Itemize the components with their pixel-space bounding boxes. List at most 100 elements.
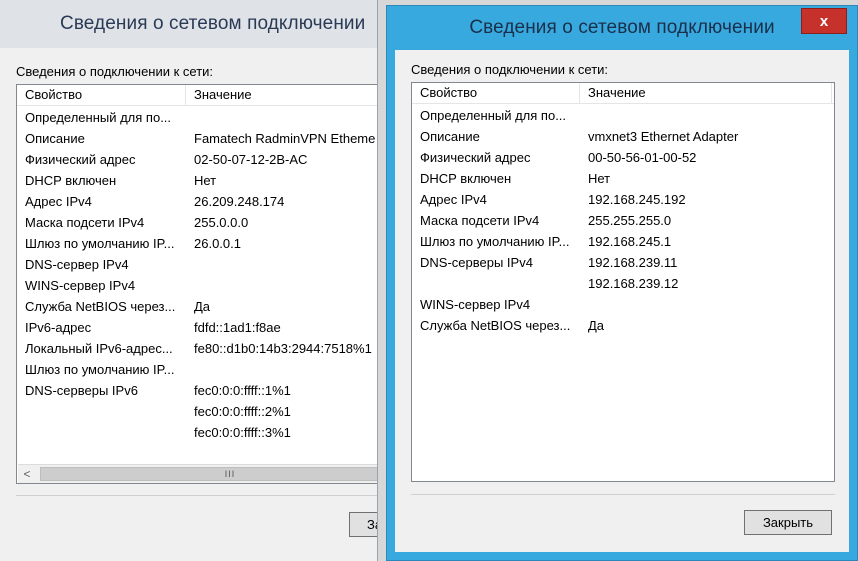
horizontal-scrollbar[interactable]: < III (18, 464, 377, 483)
connection-details-label: Сведения о подключении к сети: (16, 64, 214, 79)
list-row[interactable]: Физический адрес 02-50-07-12-2B-AC (17, 149, 377, 170)
divider (16, 495, 377, 496)
property-cell: Служба NetBIOS через... (420, 318, 571, 333)
list-row[interactable]: IPv6-адрес fdfd::1ad1:f8ae (17, 317, 377, 338)
list-row[interactable]: Адрес IPv4 26.209.248.174 (17, 191, 377, 212)
property-cell: DNS-серверы IPv4 (420, 255, 533, 270)
value-cell: Да (588, 318, 605, 333)
connection-details-label: Сведения о подключении к сети: (411, 62, 609, 77)
property-cell: Описание (25, 131, 85, 146)
property-cell: WINS-сервер IPv4 (25, 278, 136, 293)
property-cell: Шлюз по умолчанию IP... (25, 236, 175, 251)
property-cell: WINS-сервер IPv4 (420, 297, 531, 312)
dialog-client-area: Сведения о подключении к сети: Свойство … (0, 48, 377, 561)
list-rows: Определенный для по... Описание vmxnet3 Et… (412, 105, 834, 336)
list-row[interactable]: Служба NetBIOS через... Да (17, 296, 377, 317)
list-row[interactable]: Определенный для по... (412, 105, 834, 126)
list-rows: Определенный для по... Описание Famatech R… (17, 107, 377, 443)
scroll-thumb[interactable]: III (40, 467, 377, 481)
value-cell: 02-50-07-12-2B-AC (194, 152, 308, 167)
property-cell: Адрес IPv4 (420, 192, 487, 207)
list-row[interactable]: Шлюз по умолчанию IP... (17, 359, 377, 380)
property-cell: Шлюз по умолчанию IP... (25, 362, 175, 377)
value-cell (580, 105, 832, 126)
property-cell: Описание (420, 129, 480, 144)
value-cell: Нет (194, 173, 217, 188)
list-row[interactable]: DNS-серверы IPv6 fec0:0:0:ffff::1%1 (17, 380, 377, 401)
list-row[interactable]: Шлюз по умолчанию IP... 26.0.0.1 (17, 233, 377, 254)
list-row[interactable]: DNS-сервер IPv4 (17, 254, 377, 275)
column-header-property[interactable]: Свойство (412, 83, 580, 104)
close-button[interactable]: За (349, 512, 377, 537)
list-row[interactable]: Служба NetBIOS через... Да (412, 315, 834, 336)
list-header: Свойство Значение (17, 85, 377, 106)
network-details-window-background: Сведения о сетевом подключении Сведения … (0, 0, 378, 561)
property-cell: Определенный для по... (420, 108, 567, 123)
list-row[interactable]: Физический адрес 00-50-56-01-00-52 (412, 147, 834, 168)
list-row[interactable]: Шлюз по умолчанию IP... 192.168.245.1 (412, 231, 834, 252)
list-row[interactable]: Маска подсети IPv4 255.0.0.0 (17, 212, 377, 233)
list-row[interactable]: Описание Famatech RadminVPN Etheme (17, 128, 377, 149)
details-list[interactable]: Свойство Значение Определенный для по...… (16, 84, 377, 484)
value-cell: fec0:0:0:ffff::1%1 (194, 383, 291, 398)
list-row[interactable]: Описание vmxnet3 Ethernet Adapter (412, 126, 834, 147)
list-row[interactable]: Локальный IPv6-адрес... fe80::d1b0:14b3:2… (17, 338, 377, 359)
list-row[interactable]: DHCP включен Нет (412, 168, 834, 189)
property-cell: Служба NetBIOS через... (25, 299, 176, 314)
property-cell: IPv6-адрес (25, 320, 92, 335)
value-cell (186, 254, 377, 275)
value-cell: fec0:0:0:ffff::2%1 (194, 404, 291, 419)
list-row[interactable]: fec0:0:0:ffff::3%1 (17, 422, 377, 443)
divider (411, 494, 835, 495)
value-cell: 192.168.239.12 (588, 276, 679, 291)
column-header-value[interactable]: Значение (186, 85, 377, 106)
column-header-value[interactable]: Значение (580, 83, 832, 104)
value-cell: vmxnet3 Ethernet Adapter (588, 129, 739, 144)
value-cell: 255.0.0.0 (194, 215, 249, 230)
value-cell: fe80::d1b0:14b3:2944:7518%1 (194, 341, 372, 356)
value-cell: Да (194, 299, 211, 314)
property-cell: Адрес IPv4 (25, 194, 92, 209)
close-button[interactable]: Закрыть (744, 510, 832, 535)
network-details-window-foreground: Сведения о сетевом подключении x Сведени… (386, 5, 858, 561)
value-cell (186, 275, 377, 296)
title-bar[interactable]: Сведения о сетевом подключении (60, 0, 377, 48)
column-header-property[interactable]: Свойство (17, 85, 186, 106)
list-row[interactable]: DHCP включен Нет (17, 170, 377, 191)
value-cell: 192.168.239.11 (588, 255, 678, 270)
property-cell: DNS-серверы IPv6 (25, 383, 138, 398)
value-cell: 192.168.245.1 (588, 234, 672, 249)
window-title: Сведения о сетевом подключении (469, 17, 775, 38)
property-cell: Локальный IPv6-адрес... (25, 341, 173, 356)
list-row[interactable]: WINS-сервер IPv4 (412, 294, 834, 315)
value-cell: 192.168.245.192 (588, 192, 686, 207)
value-cell (580, 294, 832, 315)
list-row[interactable]: Адрес IPv4 192.168.245.192 (412, 189, 834, 210)
dialog-client-area: Сведения о подключении к сети: Свойство … (395, 50, 849, 552)
details-list[interactable]: Свойство Значение Определенный для по...… (411, 82, 835, 482)
value-cell (186, 359, 377, 380)
window-close-icon[interactable]: x (801, 8, 847, 34)
property-cell: Физический адрес (25, 152, 136, 167)
list-row[interactable]: 192.168.239.12 (412, 273, 834, 294)
value-cell: 00-50-56-01-00-52 (588, 150, 697, 165)
value-cell: Нет (588, 171, 611, 186)
value-cell: 26.209.248.174 (194, 194, 285, 209)
list-row[interactable]: fec0:0:0:ffff::2%1 (17, 401, 377, 422)
value-cell: 26.0.0.1 (194, 236, 241, 251)
property-cell: Определенный для по... (25, 110, 172, 125)
title-bar[interactable]: Сведения о сетевом подключении (387, 6, 857, 50)
property-cell: DHCP включен (25, 173, 117, 188)
property-cell: DNS-сервер IPv4 (25, 257, 129, 272)
list-row[interactable]: DNS-серверы IPv4 192.168.239.11 (412, 252, 834, 273)
list-row[interactable]: Определенный для по... (17, 107, 377, 128)
list-row[interactable]: WINS-сервер IPv4 (17, 275, 377, 296)
window-title: Сведения о сетевом подключении (60, 13, 366, 34)
scroll-left-arrow-icon[interactable]: < (18, 465, 36, 483)
property-cell: Маска подсети IPv4 (25, 215, 145, 230)
property-cell: Шлюз по умолчанию IP... (420, 234, 570, 249)
list-header: Свойство Значение (412, 83, 834, 104)
value-cell (186, 107, 377, 128)
list-row[interactable]: Маска подсети IPv4 255.255.255.0 (412, 210, 834, 231)
property-cell (412, 273, 580, 294)
